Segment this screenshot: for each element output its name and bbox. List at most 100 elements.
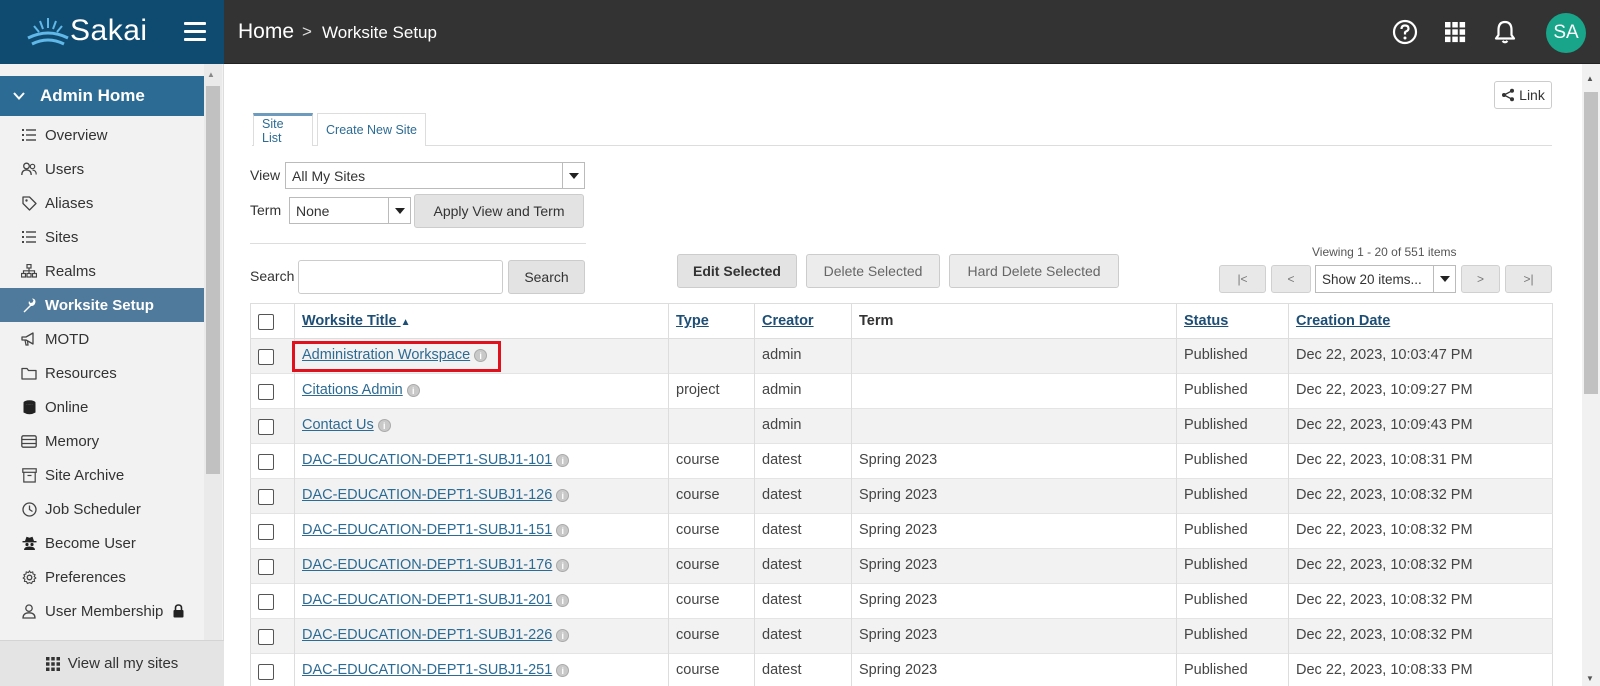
cell-created: Dec 22, 2023, 10:08:32 PM	[1296, 557, 1473, 573]
avatar[interactable]: SA	[1546, 13, 1586, 53]
hard-delete-selected-button[interactable]: Hard Delete Selected	[949, 254, 1119, 288]
info-icon[interactable]: i	[556, 558, 570, 572]
tab-site-list[interactable]: Site List	[253, 113, 313, 146]
sidebar-item-become-user[interactable]: Become User	[0, 526, 204, 560]
caret-down-icon	[388, 198, 410, 223]
site-title-cell: Contact Us i	[302, 417, 391, 433]
info-icon[interactable]: i	[556, 488, 570, 502]
edit-selected-button[interactable]: Edit Selected	[677, 254, 797, 288]
sidebar-item-overview[interactable]: Overview	[0, 118, 204, 152]
sidebar-item-user-membership[interactable]: User Membership	[0, 594, 204, 628]
view-all-sites-button[interactable]: View all my sites	[0, 640, 224, 686]
main-scrollbar-thumb[interactable]	[1584, 92, 1598, 394]
search-button[interactable]: Search	[508, 260, 585, 294]
sidebar-scroll-up-icon[interactable]: ▲	[207, 70, 215, 79]
site-title-link[interactable]: DAC-EDUCATION-DEPT1-SUBJ1-151	[302, 522, 552, 538]
sidebar-item-realms[interactable]: Realms	[0, 254, 204, 288]
sidebar-item-worksite-setup[interactable]: Worksite Setup	[0, 288, 204, 322]
cell-creator: datest	[762, 452, 802, 468]
row-checkbox[interactable]	[258, 454, 274, 470]
help-icon[interactable]	[1391, 18, 1419, 46]
apply-view-term-button[interactable]: Apply View and Term	[414, 194, 584, 228]
sidebar-item-job-scheduler[interactable]: Job Scheduler	[0, 492, 204, 526]
site-title-link[interactable]: DAC-EDUCATION-DEPT1-SUBJ1-176	[302, 557, 552, 573]
cell-created: Dec 22, 2023, 10:08:31 PM	[1296, 452, 1473, 468]
row-checkbox[interactable]	[258, 489, 274, 505]
row-checkbox[interactable]	[258, 384, 274, 400]
sidebar-item-motd[interactable]: MOTD	[0, 322, 204, 356]
cell-created: Dec 22, 2023, 10:08:32 PM	[1296, 592, 1473, 608]
main-scroll-up-icon[interactable]: ▲	[1586, 74, 1594, 83]
cell-status: Published	[1184, 382, 1248, 398]
sidebar-item-label: Online	[45, 398, 89, 416]
site-title-link[interactable]: DAC-EDUCATION-DEPT1-SUBJ1-251	[302, 662, 552, 678]
first-page-button[interactable]: |<	[1219, 265, 1266, 293]
sidebar-scrollbar-thumb[interactable]	[206, 86, 220, 474]
admin-home-header[interactable]: Admin Home	[0, 76, 204, 116]
breadcrumb-home[interactable]: Home	[238, 20, 294, 44]
column-header-creator[interactable]: Creator	[762, 313, 814, 329]
menu-toggle-button[interactable]	[184, 22, 206, 42]
last-page-button[interactable]: >|	[1505, 265, 1552, 293]
cell-term: Spring 2023	[859, 592, 938, 608]
row-checkbox[interactable]	[258, 594, 274, 610]
info-icon[interactable]: i	[556, 453, 570, 467]
term-select[interactable]: None	[289, 197, 411, 224]
next-page-button[interactable]: >	[1461, 265, 1500, 293]
link-button[interactable]: Link	[1494, 81, 1552, 109]
info-icon[interactable]: i	[377, 418, 391, 432]
search-input[interactable]	[298, 260, 503, 294]
info-icon[interactable]: i	[406, 383, 420, 397]
sidebar-item-sites[interactable]: Sites	[0, 220, 204, 254]
sidebar-item-aliases[interactable]: Aliases	[0, 186, 204, 220]
info-icon[interactable]: i	[556, 593, 570, 607]
select-all-checkbox[interactable]	[258, 314, 274, 330]
apps-grid-icon[interactable]	[1441, 18, 1469, 46]
users-icon	[21, 161, 37, 177]
column-header-type[interactable]: Type	[676, 313, 709, 329]
main-scroll-down-icon[interactable]: ▼	[1586, 674, 1594, 683]
tag-icon	[21, 195, 37, 211]
site-title-link[interactable]: DAC-EDUCATION-DEPT1-SUBJ1-201	[302, 592, 552, 608]
cell-type: course	[676, 452, 720, 468]
page-size-select[interactable]: Show 20 items...	[1315, 265, 1456, 293]
row-checkbox[interactable]	[258, 629, 274, 645]
row-checkbox[interactable]	[258, 664, 274, 680]
sidebar-item-users[interactable]: Users	[0, 152, 204, 186]
sidebar-item-resources[interactable]: Resources	[0, 356, 204, 390]
sidebar-item-label: Sites	[45, 228, 79, 246]
site-title-link[interactable]: Contact Us	[302, 417, 374, 433]
site-title-link[interactable]: DAC-EDUCATION-DEPT1-SUBJ1-226	[302, 627, 552, 643]
clock-icon	[21, 501, 37, 517]
info-icon[interactable]: i	[556, 523, 570, 537]
bell-icon[interactable]	[1491, 18, 1519, 46]
row-checkbox[interactable]	[258, 524, 274, 540]
cell-creator: datest	[762, 487, 802, 503]
prev-page-button[interactable]: <	[1271, 265, 1311, 293]
sidebar-item-online[interactable]: Online	[0, 390, 204, 424]
site-title-link[interactable]: DAC-EDUCATION-DEPT1-SUBJ1-126	[302, 487, 552, 503]
delete-selected-button[interactable]: Delete Selected	[806, 254, 940, 288]
grid-icon	[45, 656, 60, 671]
tab-create-new-site[interactable]: Create New Site	[317, 113, 426, 146]
info-icon[interactable]: i	[556, 663, 570, 677]
column-header-created[interactable]: Creation Date	[1296, 313, 1390, 329]
delete-selected-label: Delete Selected	[823, 263, 923, 279]
column-header-title[interactable]: Worksite Title ▲	[302, 313, 411, 329]
site-title-link[interactable]: Citations Admin	[302, 382, 403, 398]
row-checkbox[interactable]	[258, 349, 274, 365]
column-header-status[interactable]: Status	[1184, 313, 1228, 329]
sidebar-item-label: User Membership	[45, 602, 164, 620]
row-checkbox[interactable]	[258, 419, 274, 435]
cell-created: Dec 22, 2023, 10:08:32 PM	[1296, 522, 1473, 538]
cell-created: Dec 22, 2023, 10:08:32 PM	[1296, 487, 1473, 503]
site-title-cell: DAC-EDUCATION-DEPT1-SUBJ1-201 i	[302, 592, 570, 608]
row-checkbox[interactable]	[258, 559, 274, 575]
sidebar-item-preferences[interactable]: Preferences	[0, 560, 204, 594]
sidebar-item-memory[interactable]: Memory	[0, 424, 204, 458]
view-select[interactable]: All My Sites	[285, 162, 585, 189]
site-title-link[interactable]: DAC-EDUCATION-DEPT1-SUBJ1-101	[302, 452, 552, 468]
cell-creator: admin	[762, 382, 802, 398]
info-icon[interactable]: i	[556, 628, 570, 642]
sidebar-item-site-archive[interactable]: Site Archive	[0, 458, 204, 492]
